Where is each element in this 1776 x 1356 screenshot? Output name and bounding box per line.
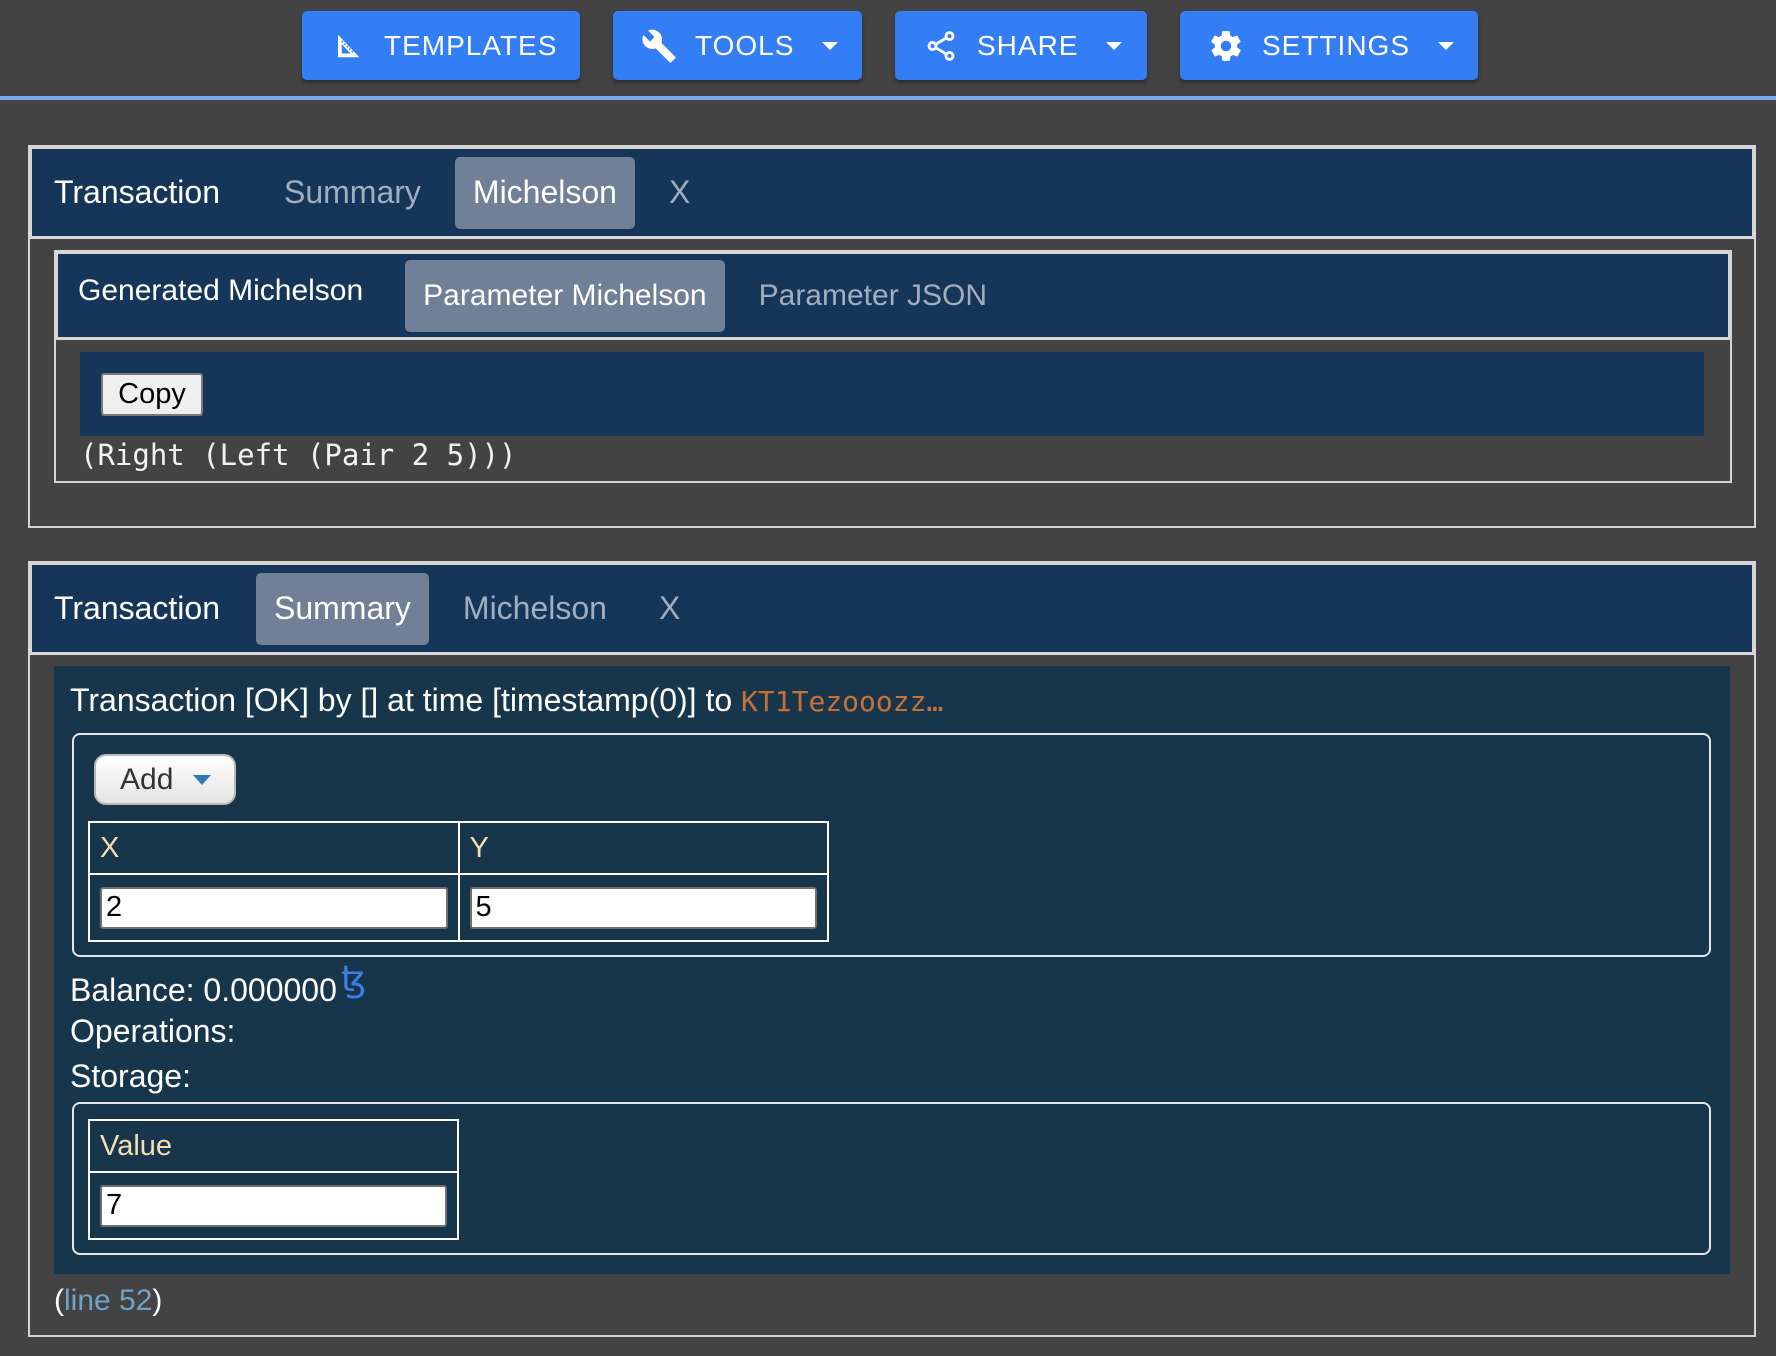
add-label: Add — [120, 762, 174, 796]
michelson-subtabs: Generated Michelson Parameter Michelson … — [54, 250, 1732, 340]
chevron-down-icon — [1106, 41, 1123, 50]
tab-summary[interactable]: Summary — [266, 157, 439, 229]
settings-label: SETTINGS — [1262, 29, 1411, 61]
table-row — [88, 1171, 459, 1240]
add-dropdown-button[interactable]: Add — [94, 754, 236, 805]
tab-generated-michelson[interactable]: Generated Michelson — [78, 255, 381, 327]
chevron-down-icon — [822, 41, 839, 50]
tab-transaction[interactable]: Transaction — [54, 573, 238, 645]
parameter-box: Add X Y — [72, 733, 1711, 957]
set-square-icon — [328, 26, 368, 66]
storage-box: Value — [72, 1102, 1711, 1255]
transaction-status-text: Transaction [OK] by [] at time [timestam… — [70, 682, 742, 718]
gear-icon — [1206, 26, 1246, 66]
table-row — [88, 873, 829, 942]
transaction-title: Transaction [OK] by [] at time [timestam… — [70, 682, 943, 719]
share-button[interactable]: SHARE — [895, 11, 1147, 80]
tab-parameter-michelson[interactable]: Parameter Michelson — [405, 259, 725, 332]
operations-label: Operations: — [70, 1013, 236, 1049]
storage-label: Storage: — [70, 1058, 191, 1094]
close-tab-button[interactable]: X — [651, 157, 708, 229]
top-toolbar: TEMPLATES TOOLS SHARE SETTINGS — [0, 0, 1776, 97]
tab-parameter-json[interactable]: Parameter JSON — [741, 260, 1005, 332]
panel-tabs: Transaction Summary Michelson X — [28, 145, 1756, 239]
chevron-down-icon — [1438, 41, 1455, 50]
column-header-value: Value — [88, 1119, 459, 1173]
michelson-code: (Right (Left (Pair 2 5))) — [80, 438, 517, 472]
balance-line: Balance: 0.000000 ꜩ — [70, 958, 366, 1010]
templates-button[interactable]: TEMPLATES — [302, 11, 580, 80]
column-header-y: Y — [457, 821, 829, 875]
parameter-table: X Y — [88, 821, 829, 942]
transaction-summary: Transaction [OK] by [] at time [timestam… — [54, 666, 1730, 1274]
contract-address[interactable]: KT1Tezooozz… — [741, 685, 943, 718]
storage-value-input[interactable] — [100, 1184, 447, 1227]
x-input[interactable] — [100, 886, 448, 929]
tools-button[interactable]: TOOLS — [613, 11, 862, 80]
copy-bar: Copy — [80, 352, 1704, 436]
transaction-panel-summary: Transaction Summary Michelson X Transact… — [28, 561, 1756, 1337]
transaction-panel-michelson: Transaction Summary Michelson X Generate… — [28, 145, 1756, 528]
tab-michelson[interactable]: Michelson — [454, 156, 635, 229]
panel-tabs: Transaction Summary Michelson X — [28, 561, 1756, 655]
tab-transaction[interactable]: Transaction — [54, 157, 238, 229]
wrench-icon — [639, 26, 679, 66]
column-header-x: X — [88, 821, 460, 875]
tools-label: TOOLS — [695, 29, 795, 61]
copy-button[interactable]: Copy — [101, 373, 203, 416]
caret-down-icon — [193, 774, 212, 785]
close-tab-button[interactable]: X — [641, 573, 698, 645]
share-label: SHARE — [977, 29, 1079, 61]
storage-table: Value — [88, 1119, 459, 1240]
michelson-subpanel: Generated Michelson Parameter Michelson … — [54, 250, 1732, 483]
tab-michelson[interactable]: Michelson — [445, 573, 625, 645]
toolbar-divider — [0, 96, 1776, 100]
line-link[interactable]: line 52 — [64, 1284, 152, 1317]
balance-text: Balance: 0.000000 — [70, 972, 337, 1008]
share-icon — [921, 26, 961, 66]
paren-open: ( — [54, 1284, 64, 1317]
settings-button[interactable]: SETTINGS — [1180, 11, 1478, 80]
source-line-reference: (line 52) — [54, 1284, 162, 1318]
paren-close: ) — [152, 1284, 163, 1317]
templates-label: TEMPLATES — [384, 29, 558, 61]
y-input[interactable] — [469, 886, 817, 929]
tez-icon: ꜩ — [340, 958, 367, 999]
tab-summary[interactable]: Summary — [256, 572, 429, 645]
